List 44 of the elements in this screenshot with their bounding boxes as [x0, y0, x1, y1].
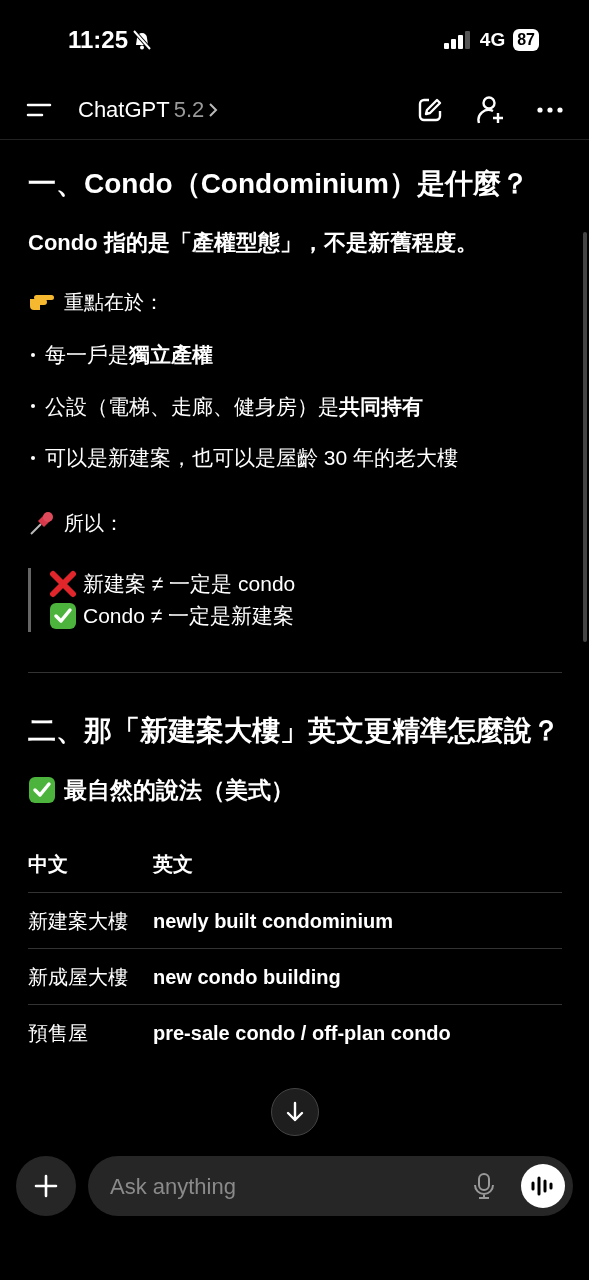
more-icon[interactable]: [537, 106, 563, 113]
add-person-icon[interactable]: [477, 94, 505, 125]
quote-line: Condo ≠ 一定是新建案: [83, 602, 295, 629]
status-time: 11:25: [68, 25, 129, 55]
bullet-icon: [31, 352, 35, 357]
battery-level: 87: [513, 29, 539, 51]
compose-icon[interactable]: [417, 96, 443, 123]
plus-icon: [34, 1174, 58, 1198]
microphone-icon[interactable]: [473, 1172, 495, 1200]
network-label: 4G: [479, 27, 506, 52]
muted-bell-icon: [132, 29, 153, 51]
bullet-icon: [31, 404, 35, 409]
arrow-down-icon: [285, 1101, 305, 1123]
section-heading: 一、Condo（Condominium）是什麼？: [28, 167, 530, 201]
signal-icon: [443, 31, 472, 49]
list-item: 公設（電梯、走廊、健身房）是共同持有: [45, 393, 423, 420]
table-cell-text: newly built condominium: [153, 908, 393, 934]
column-header: 中文: [28, 851, 69, 877]
message-field[interactable]: Ask anything: [110, 1169, 473, 1203]
paragraph: 所以：: [64, 510, 124, 536]
subheading: 最自然的說法（美式）: [64, 775, 294, 805]
table-cell-text: 新成屋大樓: [28, 964, 129, 990]
scroll-down-button[interactable]: [271, 1088, 319, 1136]
waveform-icon: [530, 1175, 556, 1197]
list-item: 每一戶是獨立產權: [45, 342, 213, 368]
paragraph: Condo 指的是「產權型態」，不是新舊程度。: [28, 229, 479, 257]
list-item: 可以是新建案，也可以是屋齡 30 年的老大樓: [45, 445, 459, 471]
check-mark-icon: [49, 601, 77, 630]
quote-line: 新建案 ≠ 一定是 condo: [83, 570, 296, 597]
table-cell-text: pre-sale condo / off-plan condo: [153, 1021, 451, 1046]
voice-mode-button[interactable]: [521, 1164, 565, 1208]
column-header: 英文: [153, 851, 193, 877]
chevron-right-icon: [208, 101, 219, 118]
table-cell-text: 新建案大樓: [28, 908, 129, 934]
model-selector[interactable]: ChatGPT 5.2: [78, 93, 205, 126]
check-mark-icon: [28, 775, 56, 804]
bullet-icon: [31, 455, 35, 460]
message-input[interactable]: Ask anything: [88, 1156, 573, 1216]
table-cell-text: 預售屋: [28, 1021, 89, 1046]
add-button[interactable]: [16, 1156, 76, 1216]
table-cell-text: new condo building: [153, 964, 341, 990]
cross-mark-icon: [49, 569, 77, 598]
paragraph: 重點在於：: [64, 290, 164, 315]
section-heading: 二、那「新建案大樓」英文更精準怎麼說？: [28, 713, 561, 748]
